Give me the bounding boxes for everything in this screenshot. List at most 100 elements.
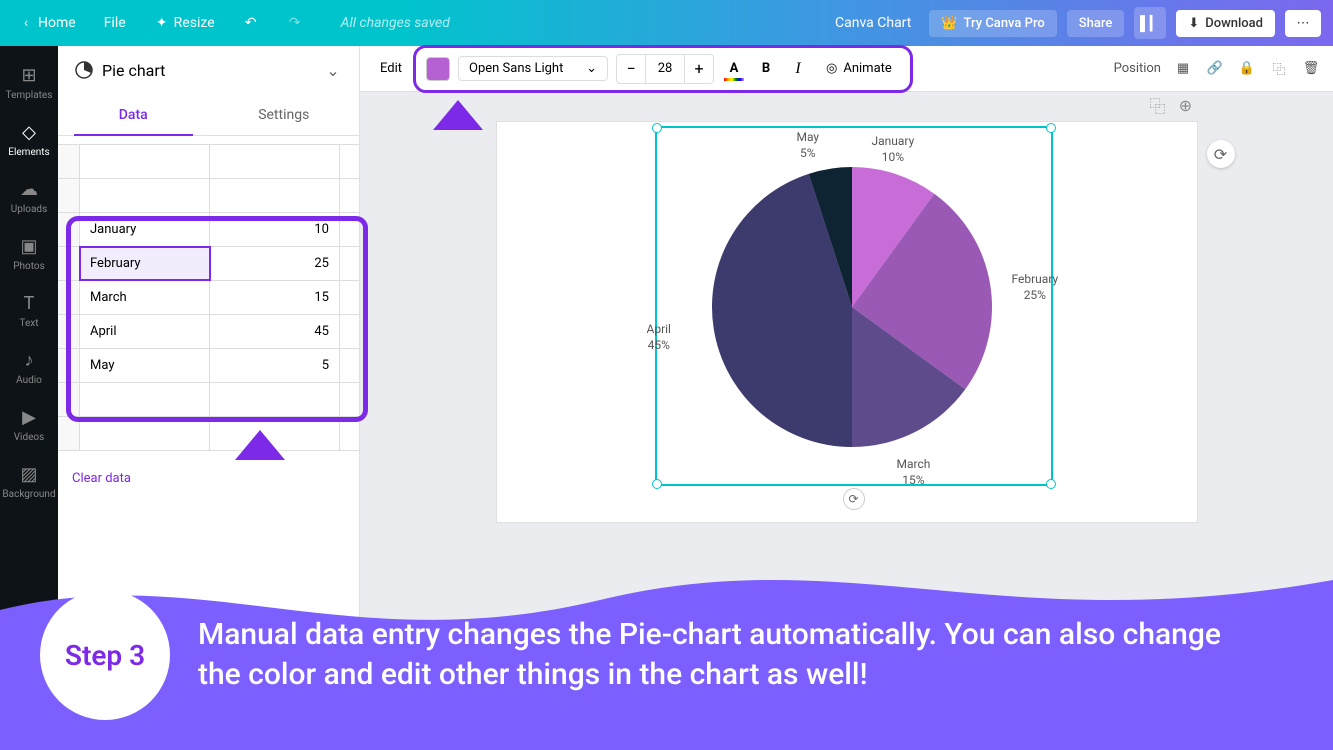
tab-data[interactable]: Data xyxy=(58,95,209,135)
chevron-down-icon: ⌄ xyxy=(323,60,343,80)
canvas-page[interactable]: ⿻ ⊕ ⟳ ⟳ January10%February25%March15%Apr… xyxy=(497,122,1197,522)
chevron-down-icon: ⌄ xyxy=(586,61,597,76)
sidebar-item-photos[interactable]: ▣Photos xyxy=(0,225,58,282)
font-size-control: − 28 + xyxy=(616,54,714,84)
top-bar-right: Canva Chart 👑Try Canva Pro Share ▌▎ ⬇Dow… xyxy=(835,7,1321,39)
background-icon: ▨ xyxy=(18,463,40,485)
table-row[interactable]: January10 xyxy=(58,213,359,247)
font-dropdown[interactable]: Open Sans Light⌄ xyxy=(458,56,608,81)
sync-icon: ⟳ xyxy=(1214,145,1227,164)
link-button[interactable]: 🔗 xyxy=(1205,59,1225,79)
animate-icon: ◎ xyxy=(826,61,837,76)
pie-label: March15% xyxy=(897,457,931,488)
pie-chart-icon xyxy=(74,60,94,80)
clear-data-button[interactable]: Clear data xyxy=(58,459,359,498)
step-badge: Step 3 xyxy=(40,590,170,720)
file-menu[interactable]: File xyxy=(98,11,132,35)
uploads-icon: ☁ xyxy=(18,178,40,200)
top-bar: ‹Home File ✦Resize ↶ ↷ All changes saved… xyxy=(0,0,1333,46)
crown-icon: 👑 xyxy=(941,16,957,31)
font-size-decrease[interactable]: − xyxy=(617,55,645,83)
table-row[interactable]: May5 xyxy=(58,349,359,383)
value-cell[interactable]: 25 xyxy=(210,247,340,280)
sync-button[interactable]: ⟳ xyxy=(1207,140,1235,168)
videos-icon: ▶ xyxy=(18,406,40,428)
undo-button[interactable]: ↶ xyxy=(237,11,265,35)
value-cell[interactable]: 45 xyxy=(210,315,340,348)
data-table: January10February25March15April45May5 xyxy=(58,136,359,459)
top-bar-left: ‹Home File ✦Resize ↶ ↷ All changes saved xyxy=(12,11,450,35)
pie-label: February25% xyxy=(1012,272,1059,303)
sidebar-item-elements[interactable]: ◇Elements xyxy=(0,111,58,168)
font-size-increase[interactable]: + xyxy=(685,55,713,83)
category-cell[interactable]: April xyxy=(80,315,210,348)
more-button[interactable]: ⋯ xyxy=(1285,10,1321,37)
add-page-button[interactable]: ⊕ xyxy=(1175,94,1197,116)
text-color-button[interactable]: A xyxy=(722,57,746,81)
pie-label: April45% xyxy=(647,322,671,353)
resize-handle-bl[interactable] xyxy=(652,479,662,489)
duplicate-page-button[interactable]: ⿻ xyxy=(1147,94,1169,116)
download-icon: ⬇ xyxy=(1188,16,1199,31)
resize-handle-br[interactable] xyxy=(1046,479,1056,489)
bold-button[interactable]: B xyxy=(754,57,778,81)
templates-icon: ⊞ xyxy=(18,64,40,86)
duplicate-button[interactable]: ⿻ xyxy=(1269,59,1289,79)
photos-icon: ▣ xyxy=(18,235,40,257)
position-button[interactable]: Position xyxy=(1114,61,1161,76)
font-size-value[interactable]: 28 xyxy=(645,55,685,83)
tab-settings[interactable]: Settings xyxy=(209,95,360,135)
elements-icon: ◇ xyxy=(18,121,40,143)
pie-label: May5% xyxy=(797,130,820,161)
italic-button[interactable]: I xyxy=(786,57,810,81)
chart-type-label: Pie chart xyxy=(102,61,165,80)
document-title[interactable]: Canva Chart xyxy=(835,15,911,31)
chevron-left-icon: ‹ xyxy=(18,15,34,31)
category-cell[interactable]: February xyxy=(80,247,210,280)
lock-button[interactable]: 🔒 xyxy=(1237,59,1257,79)
resize-button[interactable]: ✦Resize xyxy=(148,11,221,35)
value-cell[interactable]: 15 xyxy=(210,281,340,314)
edit-button[interactable]: Edit xyxy=(372,57,410,80)
undo-icon: ↶ xyxy=(243,15,259,31)
table-row[interactable]: February25 xyxy=(58,247,359,281)
fill-color-swatch[interactable] xyxy=(426,57,450,81)
more-icon: ⋯ xyxy=(1297,16,1310,31)
share-button[interactable]: Share xyxy=(1067,10,1125,37)
save-status: All changes saved xyxy=(341,15,450,31)
text-icon: T xyxy=(18,292,40,314)
home-button[interactable]: ‹Home xyxy=(12,11,82,35)
table-row[interactable]: April45 xyxy=(58,315,359,349)
redo-button[interactable]: ↷ xyxy=(281,11,309,35)
value-cell[interactable]: 5 xyxy=(210,349,340,382)
sidebar-item-text[interactable]: TText xyxy=(0,282,58,339)
sidebar-item-templates[interactable]: ⊞Templates xyxy=(0,54,58,111)
chart-type-dropdown[interactable]: Pie chart ⌄ xyxy=(74,60,343,80)
value-cell[interactable]: 10 xyxy=(210,213,340,246)
style-group: Open Sans Light⌄ − 28 + A B I ◎Animate xyxy=(418,50,908,88)
resize-icon: ✦ xyxy=(154,15,170,31)
table-row[interactable]: March15 xyxy=(58,281,359,315)
delete-button[interactable]: 🗑 xyxy=(1301,59,1321,79)
step-banner: Step 3 Manual data entry changes the Pie… xyxy=(0,550,1333,750)
context-toolbar: Edit Open Sans Light⌄ − 28 + A B I ◎Anim… xyxy=(360,46,1333,92)
sidebar-item-background[interactable]: ▨Background xyxy=(0,453,58,510)
sidebar-item-audio[interactable]: ♪Audio xyxy=(0,339,58,396)
sidebar-item-videos[interactable]: ▶Videos xyxy=(0,396,58,453)
pie-chart[interactable] xyxy=(707,162,997,452)
pie-label: January10% xyxy=(872,134,915,165)
download-button[interactable]: ⬇Download xyxy=(1176,10,1275,37)
animate-button[interactable]: ◎Animate xyxy=(818,57,900,80)
bar-chart-icon: ▌▎ xyxy=(1140,15,1161,32)
try-pro-button[interactable]: 👑Try Canva Pro xyxy=(929,10,1056,37)
category-cell[interactable]: January xyxy=(80,213,210,246)
category-cell[interactable]: May xyxy=(80,349,210,382)
category-cell[interactable]: March xyxy=(80,281,210,314)
redo-icon: ↷ xyxy=(287,15,303,31)
rotate-handle[interactable]: ⟳ xyxy=(843,488,865,510)
transparency-button[interactable]: ▦ xyxy=(1173,59,1193,79)
resize-handle-tl[interactable] xyxy=(652,123,662,133)
resize-handle-tr[interactable] xyxy=(1046,123,1056,133)
publish-chart-button[interactable]: ▌▎ xyxy=(1134,7,1166,39)
sidebar-item-uploads[interactable]: ☁Uploads xyxy=(0,168,58,225)
